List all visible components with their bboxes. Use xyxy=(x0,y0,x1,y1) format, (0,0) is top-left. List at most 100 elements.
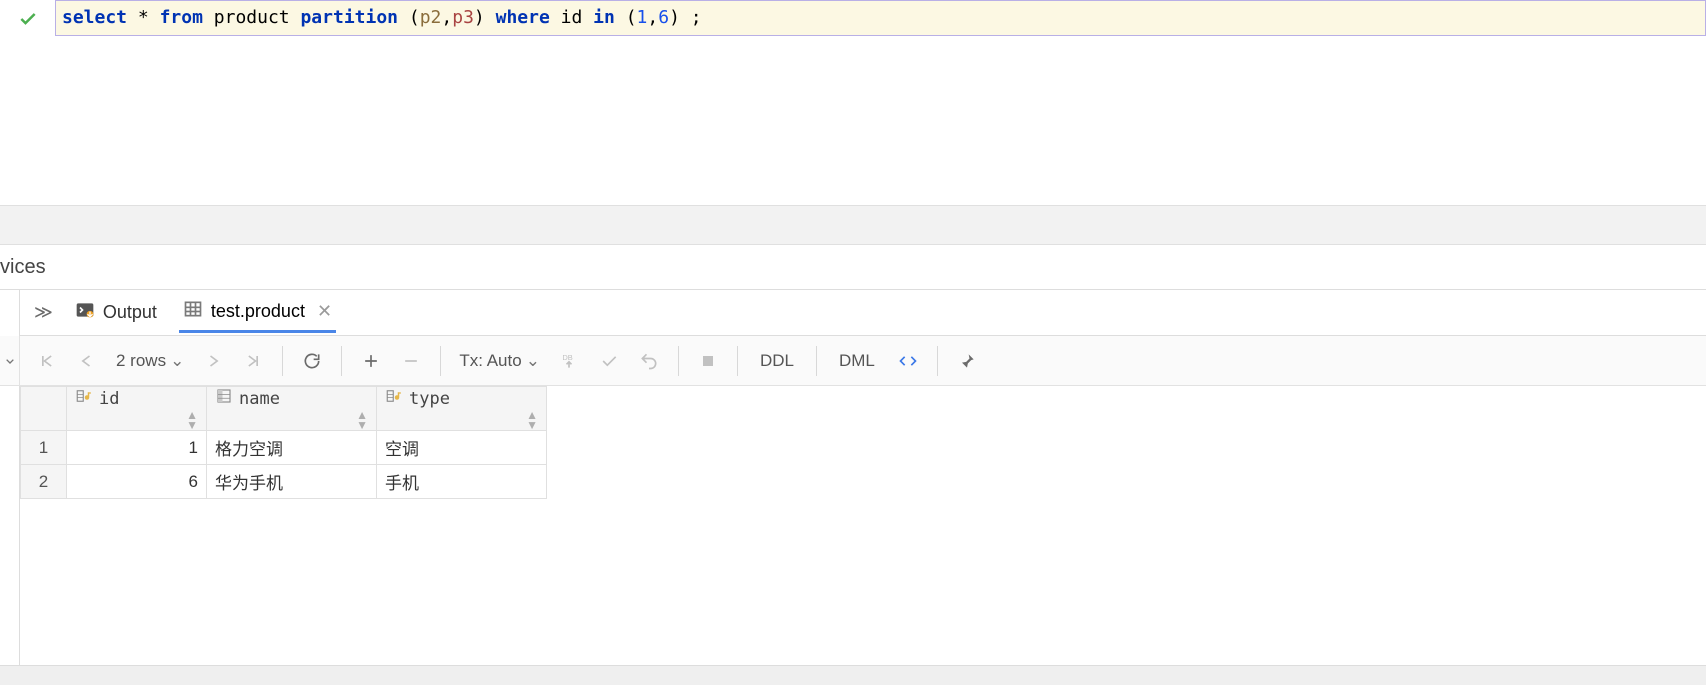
next-page-button[interactable] xyxy=(196,344,230,378)
separator xyxy=(341,346,342,376)
rows-count-dropdown[interactable]: 2 rows ⌄ xyxy=(110,351,190,371)
sql-token: , xyxy=(647,0,658,36)
table-header-row: id ▲▼ name ▲▼ type ▲▼ xyxy=(21,387,547,431)
horizontal-splitter[interactable] xyxy=(0,205,1706,245)
sql-token xyxy=(127,0,138,36)
results-panel-body: ≫ Output test.product ✕ xyxy=(20,290,1706,665)
sql-token: p2 xyxy=(420,0,442,36)
sql-token: ( xyxy=(626,0,637,36)
tx-mode-dropdown[interactable]: Tx: Auto ⌄ xyxy=(453,351,546,371)
close-icon[interactable]: ✕ xyxy=(317,301,332,322)
pin-button[interactable] xyxy=(950,344,984,378)
key-column-icon xyxy=(385,387,403,410)
separator xyxy=(816,346,817,376)
result-grid[interactable]: id▲▼name▲▼type▲▼ 11格力空调空调26华为手机手机 xyxy=(20,386,1706,665)
stop-button[interactable] xyxy=(691,344,725,378)
bottom-scroll-strip xyxy=(0,665,1706,685)
sql-token: partition xyxy=(300,0,398,36)
check-icon xyxy=(18,9,38,32)
sql-token: select xyxy=(62,0,127,36)
row-number[interactable]: 2 xyxy=(21,465,67,499)
tab-result[interactable]: test.product ✕ xyxy=(179,293,336,333)
editor-empty-area[interactable] xyxy=(55,36,1706,205)
tab-output[interactable]: Output xyxy=(71,294,161,331)
cell-name[interactable]: 格力空调 xyxy=(207,431,377,465)
sql-token: where xyxy=(496,0,550,36)
sql-token: product xyxy=(214,0,290,36)
rows-count-label: 2 rows xyxy=(116,351,166,371)
table-row[interactable]: 11格力空调空调 xyxy=(21,431,547,465)
cell-type[interactable]: 手机 xyxy=(377,465,547,499)
first-page-button[interactable] xyxy=(30,344,64,378)
sql-token xyxy=(550,0,561,36)
sql-token xyxy=(582,0,593,36)
sort-arrows-icon[interactable]: ▲▼ xyxy=(356,410,368,430)
reload-button[interactable] xyxy=(295,344,329,378)
cell-type[interactable]: 空调 xyxy=(377,431,547,465)
table-icon xyxy=(183,299,203,324)
console-icon xyxy=(75,300,95,325)
corner-cell[interactable] xyxy=(21,387,67,431)
chevron-down-icon: ⌄ xyxy=(526,351,540,371)
separator xyxy=(937,346,938,376)
sql-token: ( xyxy=(409,0,420,36)
sql-token xyxy=(203,0,214,36)
editor-body[interactable]: select * from product partition (p2,p3) … xyxy=(55,0,1706,205)
sql-token xyxy=(290,0,301,36)
column-header-type[interactable]: type ▲▼ xyxy=(377,387,547,431)
sql-token xyxy=(485,0,496,36)
result-tabs: ≫ Output test.product ✕ xyxy=(20,290,1706,336)
tab-output-label: Output xyxy=(103,302,157,323)
db-upload-button[interactable]: DB xyxy=(552,344,586,378)
app-root: select * from product partition (p2,p3) … xyxy=(0,0,1706,685)
cell-id[interactable]: 1 xyxy=(67,431,207,465)
commit-button[interactable] xyxy=(592,344,626,378)
svg-text:DB: DB xyxy=(562,353,572,362)
editor-gutter xyxy=(0,0,55,205)
sql-token: 1 xyxy=(637,0,648,36)
collapse-chevron[interactable] xyxy=(0,336,20,386)
sql-token xyxy=(149,0,160,36)
sql-token: * xyxy=(138,0,149,36)
sort-arrows-icon[interactable]: ▲▼ xyxy=(526,410,538,430)
delete-row-button[interactable] xyxy=(394,344,428,378)
sql-line[interactable]: select * from product partition (p2,p3) … xyxy=(55,0,1706,36)
sql-token: 6 xyxy=(658,0,669,36)
results-panel: ≫ Output test.product ✕ xyxy=(0,289,1706,665)
cell-id[interactable]: 6 xyxy=(67,465,207,499)
column-icon xyxy=(215,387,233,410)
row-number[interactable]: 1 xyxy=(21,431,67,465)
sql-token: id xyxy=(561,0,583,36)
ddl-button[interactable]: DDL xyxy=(750,351,804,371)
compare-button[interactable] xyxy=(891,344,925,378)
sql-token: ) xyxy=(474,0,485,36)
table-row[interactable]: 26华为手机手机 xyxy=(21,465,547,499)
column-header-id[interactable]: id ▲▼ xyxy=(67,387,207,431)
last-page-button[interactable] xyxy=(236,344,270,378)
sql-token: ) xyxy=(669,0,680,36)
separator xyxy=(440,346,441,376)
cell-name[interactable]: 华为手机 xyxy=(207,465,377,499)
data-table: id▲▼name▲▼type▲▼ 11格力空调空调26华为手机手机 xyxy=(20,386,547,499)
separator xyxy=(678,346,679,376)
sql-token: , xyxy=(441,0,452,36)
sql-token xyxy=(615,0,626,36)
dml-button[interactable]: DML xyxy=(829,351,885,371)
sql-token: in xyxy=(593,0,615,36)
rollback-button[interactable] xyxy=(632,344,666,378)
sql-token xyxy=(398,0,409,36)
column-label: name xyxy=(239,389,280,409)
tab-result-label: test.product xyxy=(211,301,305,322)
tx-mode-label: Tx: Auto xyxy=(459,351,521,371)
truncated-panel-label: vices xyxy=(0,245,1706,289)
chevron-down-icon: ⌄ xyxy=(170,351,184,371)
column-label: type xyxy=(409,389,450,409)
column-label: id xyxy=(99,389,119,409)
expand-button[interactable]: ≫ xyxy=(34,302,53,323)
prev-page-button[interactable] xyxy=(70,344,104,378)
sql-token: from xyxy=(160,0,203,36)
add-row-button[interactable] xyxy=(354,344,388,378)
column-header-name[interactable]: name ▲▼ xyxy=(207,387,377,431)
sort-arrows-icon[interactable]: ▲▼ xyxy=(186,410,198,430)
separator xyxy=(282,346,283,376)
